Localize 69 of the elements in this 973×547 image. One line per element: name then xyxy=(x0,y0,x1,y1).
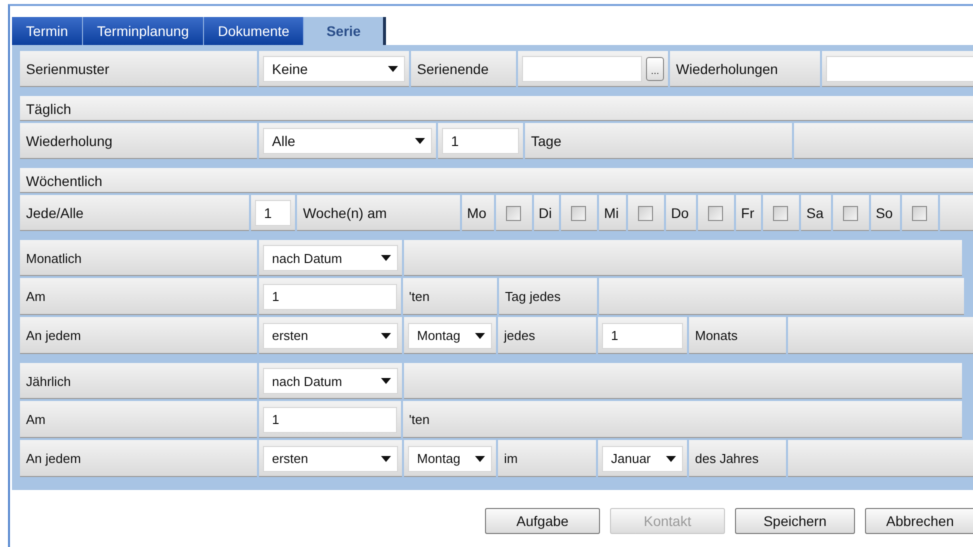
field-label: Wiederholung xyxy=(20,123,257,159)
field-label: An jedem xyxy=(20,317,257,354)
tab[interactable]: Dokumente xyxy=(204,17,304,45)
dropdown[interactable]: Montag xyxy=(408,446,492,472)
date-field[interactable] xyxy=(522,56,642,82)
checkbox[interactable] xyxy=(912,206,927,220)
input-field[interactable]: 1 xyxy=(263,284,397,310)
field-label: Monats xyxy=(689,317,786,354)
dropdown-caret-icon xyxy=(475,456,485,462)
action-button[interactable]: Aufgabe xyxy=(485,508,600,534)
field-label: Tag jedes xyxy=(499,278,597,315)
field-label: jedes xyxy=(498,317,596,354)
dropdown-caret-icon xyxy=(666,456,676,462)
dropdown-caret-icon xyxy=(388,66,398,72)
input-field[interactable]: 1 xyxy=(255,200,291,226)
dropdown[interactable]: nach Datum xyxy=(263,368,398,394)
dropdown[interactable]: Montag xyxy=(408,322,492,348)
tab[interactable]: Serie xyxy=(304,17,386,45)
field-label: Serienende xyxy=(411,51,516,87)
field-label: Am xyxy=(20,278,257,315)
field-label: Am xyxy=(20,401,257,438)
field-label: im xyxy=(498,440,596,477)
input-field[interactable] xyxy=(826,56,973,82)
field-label: Woche(n) am xyxy=(297,195,460,231)
field-label: Jede/Alle xyxy=(20,195,249,231)
field-label: Tage xyxy=(525,123,792,159)
checkbox[interactable] xyxy=(842,206,858,220)
dropdown[interactable]: Januar xyxy=(602,446,683,472)
tab[interactable]: Terminplanung xyxy=(83,17,204,45)
date-picker-button[interactable]: ... xyxy=(646,57,664,81)
input-field[interactable]: 1 xyxy=(263,406,397,432)
tab[interactable]: Termin xyxy=(12,17,84,45)
checkbox[interactable] xyxy=(506,206,521,220)
field-label: An jedem xyxy=(20,440,257,477)
input-field[interactable]: 1 xyxy=(602,322,683,348)
dropdown-caret-icon xyxy=(381,378,391,384)
dropdown-caret-icon xyxy=(415,138,425,144)
field-label: Mi xyxy=(599,195,626,231)
dropdown[interactable]: Alle xyxy=(263,128,432,154)
field-label: Di xyxy=(534,195,559,231)
field-label: des Jahres xyxy=(689,440,786,477)
field-label: Sa xyxy=(801,195,831,231)
checkbox[interactable] xyxy=(571,206,586,220)
field-label: Fr xyxy=(736,195,762,231)
checkbox[interactable] xyxy=(708,206,724,220)
section-title: Wöchentlich xyxy=(20,168,973,193)
dropdown[interactable]: Keine xyxy=(263,56,405,82)
checkbox[interactable] xyxy=(773,206,788,220)
action-button[interactable]: Speichern xyxy=(735,508,855,534)
field-label: 'ten xyxy=(403,278,497,315)
field-label: Wiederholungen xyxy=(670,51,820,87)
dropdown[interactable]: nach Datum xyxy=(263,245,398,271)
action-button[interactable]: Abbrechen xyxy=(865,508,973,534)
dropdown[interactable]: ersten xyxy=(263,322,398,348)
field-label: Mo xyxy=(462,195,494,231)
dropdown-caret-icon xyxy=(381,332,391,338)
field-label: Serienmuster xyxy=(20,51,257,87)
checkbox[interactable] xyxy=(638,206,653,220)
dropdown-caret-icon xyxy=(381,456,391,462)
field-label: So xyxy=(870,195,900,231)
input-field[interactable]: 1 xyxy=(442,128,519,154)
field-label: Monatlich xyxy=(20,240,257,276)
field-label: 'ten xyxy=(403,401,962,438)
dropdown-caret-icon xyxy=(381,255,391,261)
section-title: Täglich xyxy=(20,96,973,121)
dropdown[interactable]: ersten xyxy=(263,446,398,472)
field-label: Do xyxy=(666,195,696,231)
dropdown-caret-icon xyxy=(475,332,485,338)
field-label: Jährlich xyxy=(20,363,257,399)
